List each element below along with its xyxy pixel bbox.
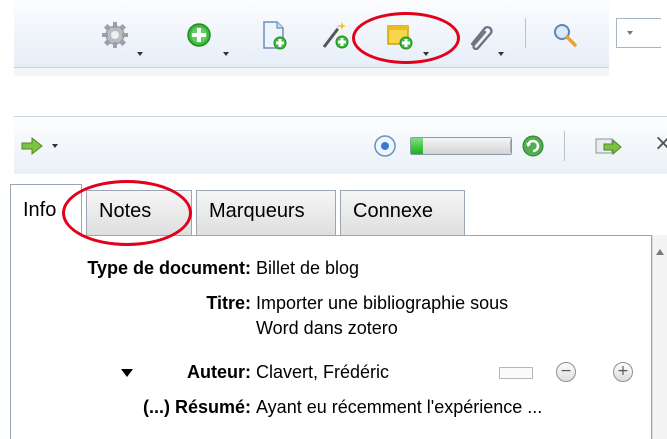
tab-related[interactable]: Connexe xyxy=(340,190,465,236)
tab-label: Info xyxy=(23,199,57,221)
locate-button[interactable] xyxy=(20,133,70,159)
chevron-down-icon xyxy=(223,52,229,56)
search-icon xyxy=(554,24,577,47)
expand-creator-icon[interactable] xyxy=(121,369,133,377)
chevron-down-icon xyxy=(52,144,58,148)
paperclip-icon xyxy=(470,25,493,50)
search-mode-dropdown[interactable] xyxy=(616,18,661,48)
chevron-down-icon xyxy=(423,52,429,56)
field-label-type: Type de document: xyxy=(87,258,251,278)
progress-end-cap xyxy=(510,140,511,152)
sync-button[interactable] xyxy=(520,133,546,159)
tab-label: Marqueurs xyxy=(209,200,305,222)
author-value[interactable]: Clavert, Frédéric xyxy=(256,360,389,385)
field-label-title: Titre: xyxy=(206,293,251,313)
item-info-pane: Type de document: Billet de blog Titre: … xyxy=(10,235,652,439)
document-add-icon xyxy=(263,21,287,50)
chevron-down-icon xyxy=(137,52,143,56)
tab-label: Connexe xyxy=(353,200,434,222)
toolbar-subband xyxy=(14,68,609,76)
add-by-identifier-button[interactable] xyxy=(320,20,352,50)
close-icon[interactable]: × xyxy=(654,131,667,156)
toolbar-separator xyxy=(564,131,565,161)
abstract-value[interactable]: Ayant eu récemment l'expérience ... xyxy=(256,395,542,420)
search-button[interactable] xyxy=(550,20,580,50)
field-label-author: Auteur: xyxy=(187,362,251,382)
new-note-button[interactable] xyxy=(383,20,433,56)
title-value-line2[interactable]: Word dans zotero xyxy=(256,316,398,341)
creator-mode-switch[interactable] xyxy=(499,367,533,379)
item-type-value[interactable]: Billet de blog xyxy=(256,256,359,281)
sync-progress-bar xyxy=(410,137,512,155)
arrow-right-icon xyxy=(21,136,43,156)
note-add-icon xyxy=(387,25,413,50)
field-label-abstract[interactable]: (...) Résumé: xyxy=(143,397,251,418)
tab-info[interactable]: Info xyxy=(10,184,82,237)
tab-label: Notes xyxy=(99,200,152,222)
add-circle-icon xyxy=(187,23,211,47)
arrow-export-icon xyxy=(595,138,622,156)
actions-button[interactable] xyxy=(100,20,143,56)
add-attachment-button[interactable] xyxy=(464,20,504,56)
sync-status-icon xyxy=(374,135,396,157)
scrollbar[interactable] xyxy=(652,235,667,439)
scroll-up-icon[interactable] xyxy=(656,249,664,255)
new-item-from-file-button[interactable] xyxy=(259,20,289,50)
chevron-down-icon xyxy=(627,31,633,35)
magic-wand-icon xyxy=(322,22,349,49)
gear-icon xyxy=(102,22,128,48)
tab-tags[interactable]: Marqueurs xyxy=(196,190,336,236)
chevron-down-icon xyxy=(498,52,504,56)
toolbar-separator xyxy=(525,18,526,48)
refresh-icon xyxy=(522,135,544,157)
open-in-browser-button[interactable] xyxy=(594,135,624,159)
new-item-button[interactable] xyxy=(185,20,229,56)
item-pane-toolbar: × xyxy=(14,116,667,174)
title-value-line1[interactable]: Importer une bibliographie sous xyxy=(256,291,508,316)
main-toolbar xyxy=(0,0,667,76)
add-creator-button[interactable]: + xyxy=(613,362,633,382)
remove-creator-button[interactable]: − xyxy=(556,362,576,382)
progress-fill xyxy=(411,138,423,154)
tab-notes[interactable]: Notes xyxy=(86,190,192,236)
